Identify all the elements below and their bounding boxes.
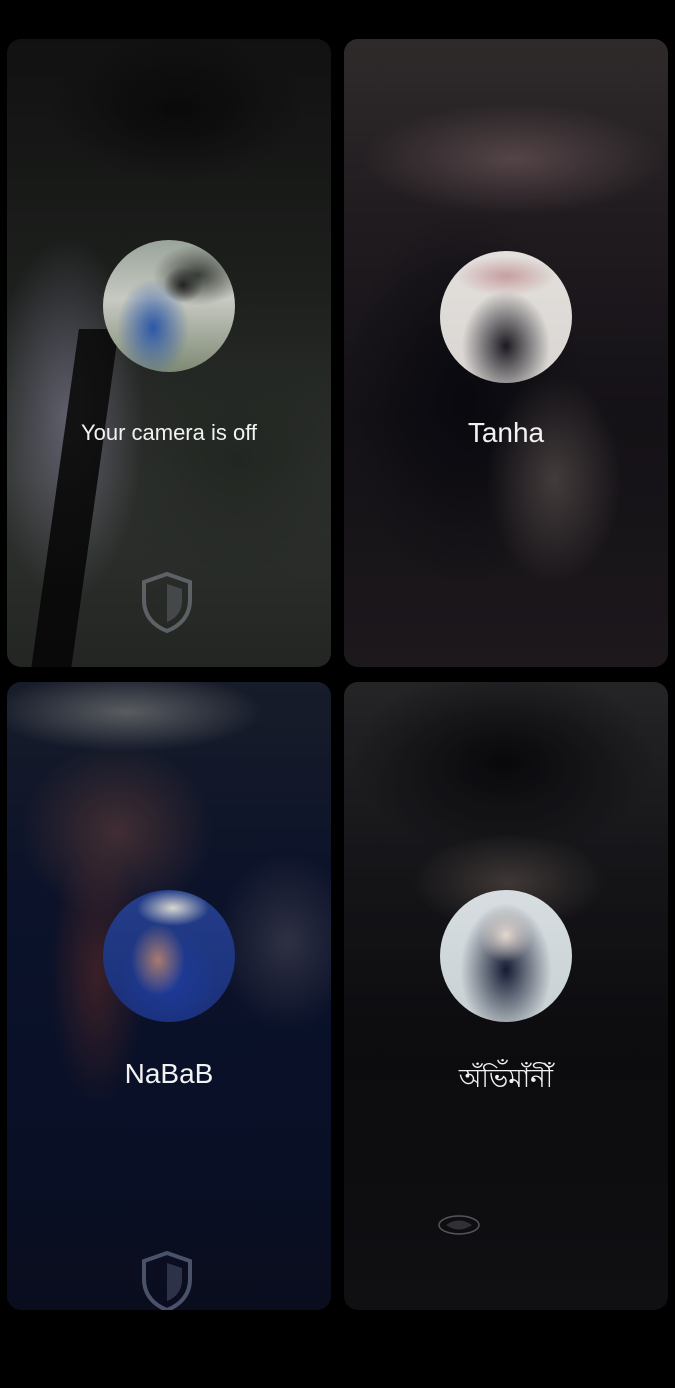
- shield-icon: [142, 1250, 192, 1310]
- participant-name: NaBaB: [124, 1058, 214, 1089]
- camera-off-label: Your camera is off: [80, 420, 258, 445]
- participant-avatar: [440, 251, 572, 383]
- self-avatar: [103, 240, 235, 372]
- participant-tile-abhimani[interactable]: অঁভিঁমাঁনীঁ: [344, 682, 668, 1310]
- participant-tile-nabab[interactable]: NaBaB: [7, 682, 331, 1310]
- participant-avatar: [440, 890, 572, 1022]
- participant-avatar: [103, 890, 235, 1022]
- watermark-logo-icon: [438, 1215, 480, 1235]
- participant-name: Tanha: [467, 417, 545, 448]
- call-participant-grid: Your camera is off Tanha NaBaB অঁভিঁমাঁন…: [7, 39, 668, 1310]
- shield-icon: [142, 571, 192, 634]
- participant-tile-tanha[interactable]: Tanha: [344, 39, 668, 667]
- participant-name: অঁভিঁমাঁনীঁ: [458, 1063, 554, 1093]
- self-video-tile[interactable]: Your camera is off: [7, 39, 331, 667]
